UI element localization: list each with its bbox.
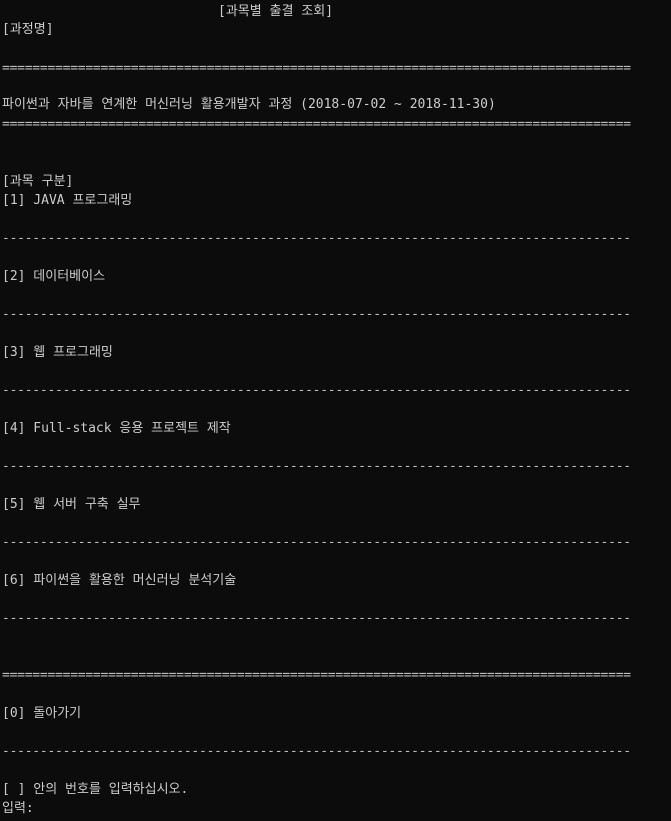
course-label: [과정명] [2,22,54,37]
single-divider: ----------------------------------------… [2,307,631,322]
course-name: 파이썬과 자바를 연계한 머신러닝 활용개발자 과정 (2018-07-02 ~… [2,97,496,112]
back-option[interactable]: [0] 돌아가기 [2,704,81,723]
subject-option-6[interactable]: [6] 파이썬을 활용한 머신러닝 분석기술 [2,571,236,590]
prompt-instruction: [ ] 안의 번호를 입력하십시오. [2,782,189,797]
single-divider: ----------------------------------------… [2,535,631,550]
single-divider: ----------------------------------------… [2,611,631,626]
single-divider: ----------------------------------------… [2,383,631,398]
subjects-label: [과목 구분] [2,174,74,189]
single-divider: ----------------------------------------… [2,459,631,474]
subject-option-4[interactable]: [4] Full-stack 응용 프로젝트 제작 [2,419,231,438]
subject-option-3[interactable]: [3] 웹 프로그래밍 [2,343,113,362]
screen-title: [과목별 출결 조회] [218,4,334,19]
subject-option-1[interactable]: [1] JAVA 프로그래밍 [2,191,132,210]
subject-option-5[interactable]: [5] 웹 서버 구축 실무 [2,495,141,514]
double-divider: ========================================… [2,117,631,132]
single-divider: ----------------------------------------… [2,231,631,246]
double-divider: ========================================… [2,61,631,76]
input-prompt[interactable]: 입력: [2,799,34,818]
single-divider: ----------------------------------------… [2,744,631,759]
subject-option-2[interactable]: [2] 데이터베이스 [2,267,105,286]
double-divider: ========================================… [2,668,631,683]
